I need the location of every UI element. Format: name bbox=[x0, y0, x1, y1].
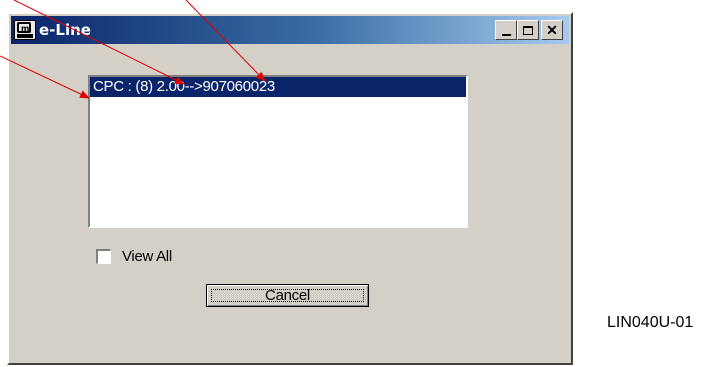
arrow-line-2 bbox=[13, 0, 185, 85]
arrow-line-1 bbox=[0, 55, 90, 99]
arrow-line-3 bbox=[185, 0, 266, 82]
annotation-arrows bbox=[0, 0, 266, 99]
